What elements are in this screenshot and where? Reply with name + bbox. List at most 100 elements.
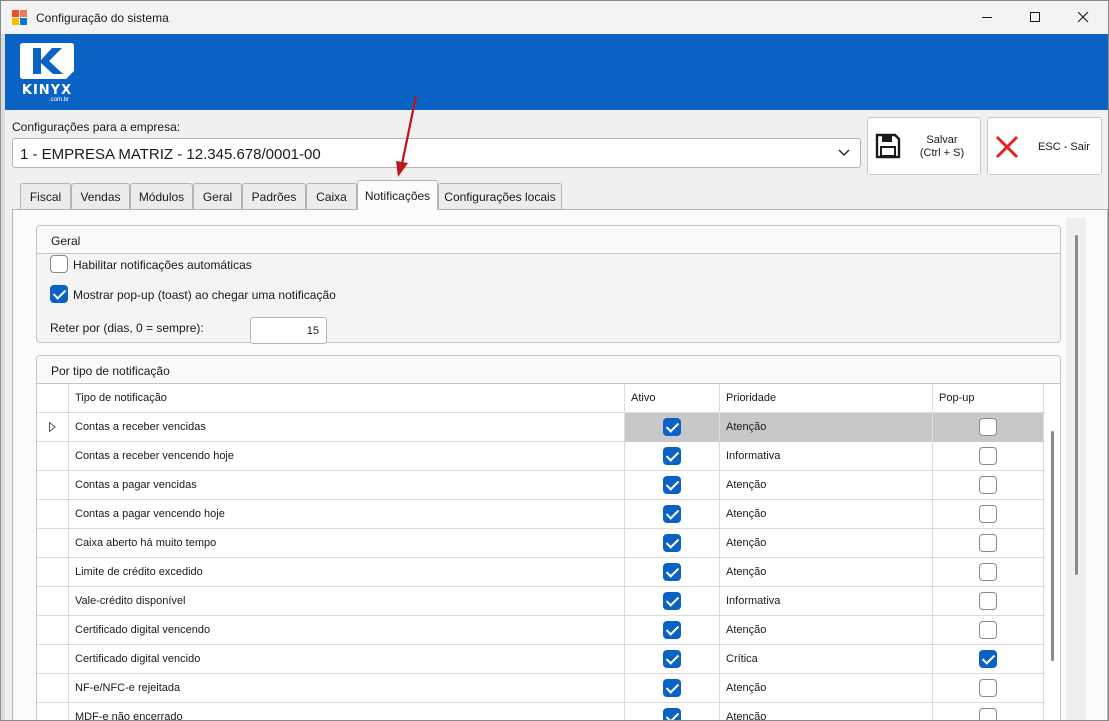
close-window-button[interactable] xyxy=(1060,1,1106,34)
chevron-down-icon xyxy=(838,149,850,156)
tab-modulos[interactable]: Módulos xyxy=(130,183,193,210)
tab-geral[interactable]: Geral xyxy=(193,183,242,210)
kinyx-logo-mark xyxy=(20,43,74,79)
active-checkbox[interactable] xyxy=(663,418,681,436)
column-header-popup[interactable]: Pop-up xyxy=(933,384,1044,413)
cell-active xyxy=(625,529,720,558)
grid-scrollbar-thumb[interactable] xyxy=(1051,431,1054,661)
current-row-indicator-icon xyxy=(49,422,56,432)
tab-caixa[interactable]: Caixa xyxy=(306,183,357,210)
tab-notificacoes[interactable]: Notificações xyxy=(357,180,438,210)
popup-checkbox[interactable] xyxy=(979,592,997,610)
popup-checkbox[interactable] xyxy=(979,418,997,436)
row-header-cell[interactable] xyxy=(37,645,69,674)
active-checkbox[interactable] xyxy=(663,505,681,523)
active-checkbox[interactable] xyxy=(663,650,681,668)
maximize-button[interactable] xyxy=(1012,1,1058,34)
row-header-cell[interactable] xyxy=(37,471,69,500)
tab-fiscal[interactable]: Fiscal xyxy=(20,183,71,210)
column-header-active[interactable]: Ativo xyxy=(625,384,720,413)
table-row[interactable]: Contas a pagar vencidas Atenção xyxy=(37,471,1045,500)
active-checkbox[interactable] xyxy=(663,679,681,697)
row-header-cell[interactable] xyxy=(37,529,69,558)
popup-checkbox[interactable] xyxy=(979,650,997,668)
cell-notification-type[interactable]: Contas a receber vencendo hoje xyxy=(69,442,625,471)
cell-notification-type[interactable]: Vale-crédito disponível xyxy=(69,587,625,616)
cell-notification-type[interactable]: Contas a pagar vencidas xyxy=(69,471,625,500)
retain-days-input[interactable]: 15 xyxy=(250,317,327,344)
row-header-cell[interactable] xyxy=(37,442,69,471)
save-label: Salvar xyxy=(926,134,958,146)
row-header-cell[interactable] xyxy=(37,703,69,720)
save-button[interactable]: Salvar (Ctrl + S) xyxy=(867,117,981,175)
cell-priority[interactable]: Crítica xyxy=(720,645,933,674)
cell-notification-type[interactable]: Limite de crédito excedido xyxy=(69,558,625,587)
cell-notification-type[interactable]: NF-e/NFC-e rejeitada xyxy=(69,674,625,703)
grid-scrollbar[interactable] xyxy=(1045,384,1060,720)
cell-priority[interactable]: Atenção xyxy=(720,413,933,442)
popup-checkbox[interactable] xyxy=(979,534,997,552)
cell-priority[interactable]: Informativa xyxy=(720,442,933,471)
table-row[interactable]: Certificado digital vencido Crítica xyxy=(37,645,1045,674)
table-row[interactable]: Caixa aberto há muito tempo Atenção xyxy=(37,529,1045,558)
row-header-cell[interactable] xyxy=(37,674,69,703)
minimize-button[interactable] xyxy=(964,1,1010,34)
cell-priority[interactable]: Atenção xyxy=(720,558,933,587)
popup-checkbox[interactable] xyxy=(979,505,997,523)
table-row[interactable]: Vale-crédito disponível Informativa xyxy=(37,587,1045,616)
active-checkbox[interactable] xyxy=(663,476,681,494)
table-row[interactable]: MDF-e não encerrado Atenção xyxy=(37,703,1045,720)
active-checkbox[interactable] xyxy=(663,563,681,581)
cell-priority[interactable]: Atenção xyxy=(720,500,933,529)
cell-notification-type[interactable]: Certificado digital vencendo xyxy=(69,616,625,645)
cell-notification-type[interactable]: Caixa aberto há muito tempo xyxy=(69,529,625,558)
table-row[interactable]: Contas a pagar vencendo hoje Atenção xyxy=(37,500,1045,529)
cell-priority[interactable]: Atenção xyxy=(720,703,933,720)
cell-priority[interactable]: Informativa xyxy=(720,587,933,616)
grid-header: Tipo de notificação Ativo Prioridade Pop… xyxy=(37,384,1045,413)
popup-checkbox[interactable] xyxy=(979,563,997,581)
cell-notification-type[interactable]: Contas a pagar vencendo hoje xyxy=(69,500,625,529)
row-header-cell[interactable] xyxy=(37,558,69,587)
cell-notification-type[interactable]: Contas a receber vencidas xyxy=(69,413,625,442)
tab-vendas[interactable]: Vendas xyxy=(71,183,130,210)
active-checkbox[interactable] xyxy=(663,534,681,552)
active-checkbox[interactable] xyxy=(663,592,681,610)
active-checkbox[interactable] xyxy=(663,708,681,720)
row-header-cell[interactable] xyxy=(37,616,69,645)
cell-priority[interactable]: Atenção xyxy=(720,471,933,500)
toast-popup-checkbox[interactable] xyxy=(50,285,68,303)
cell-priority[interactable]: Atenção xyxy=(720,529,933,558)
auto-notifications-checkbox[interactable] xyxy=(50,255,68,273)
company-dropdown[interactable]: 1 - EMPRESA MATRIZ - 12.345.678/0001-00 xyxy=(12,138,861,168)
popup-checkbox[interactable] xyxy=(979,447,997,465)
row-header-cell[interactable] xyxy=(37,500,69,529)
cell-notification-type[interactable]: Certificado digital vencido xyxy=(69,645,625,674)
table-row[interactable]: Contas a receber vencendo hoje Informativ… xyxy=(37,442,1045,471)
active-checkbox[interactable] xyxy=(663,447,681,465)
cell-active xyxy=(625,703,720,720)
table-row[interactable]: Certificado digital vencendo Atenção xyxy=(37,616,1045,645)
cell-priority[interactable]: Atenção xyxy=(720,674,933,703)
cell-notification-type[interactable]: MDF-e não encerrado xyxy=(69,703,625,720)
popup-checkbox[interactable] xyxy=(979,476,997,494)
table-row[interactable]: NF-e/NFC-e rejeitada Atenção xyxy=(37,674,1045,703)
column-header-type[interactable]: Tipo de notificação xyxy=(69,384,625,413)
table-row[interactable]: Contas a receber vencidas Atenção xyxy=(37,413,1045,442)
tab-padroes[interactable]: Padrões xyxy=(242,183,306,210)
row-header-cell[interactable] xyxy=(37,413,69,442)
cell-active xyxy=(625,471,720,500)
active-checkbox[interactable] xyxy=(663,621,681,639)
column-header-priority[interactable]: Prioridade xyxy=(720,384,933,413)
page-scrollbar[interactable] xyxy=(1066,218,1086,720)
cell-priority[interactable]: Atenção xyxy=(720,616,933,645)
popup-checkbox[interactable] xyxy=(979,679,997,697)
table-row[interactable]: Limite de crédito excedido Atenção xyxy=(37,558,1045,587)
popup-checkbox[interactable] xyxy=(979,708,997,720)
tab-configuracoes-locais[interactable]: Configurações locais xyxy=(438,183,562,210)
page-scrollbar-thumb[interactable] xyxy=(1075,235,1078,575)
exit-button[interactable]: ESC - Sair xyxy=(987,117,1102,175)
close-x-icon xyxy=(995,135,1019,159)
popup-checkbox[interactable] xyxy=(979,621,997,639)
row-header-cell[interactable] xyxy=(37,587,69,616)
